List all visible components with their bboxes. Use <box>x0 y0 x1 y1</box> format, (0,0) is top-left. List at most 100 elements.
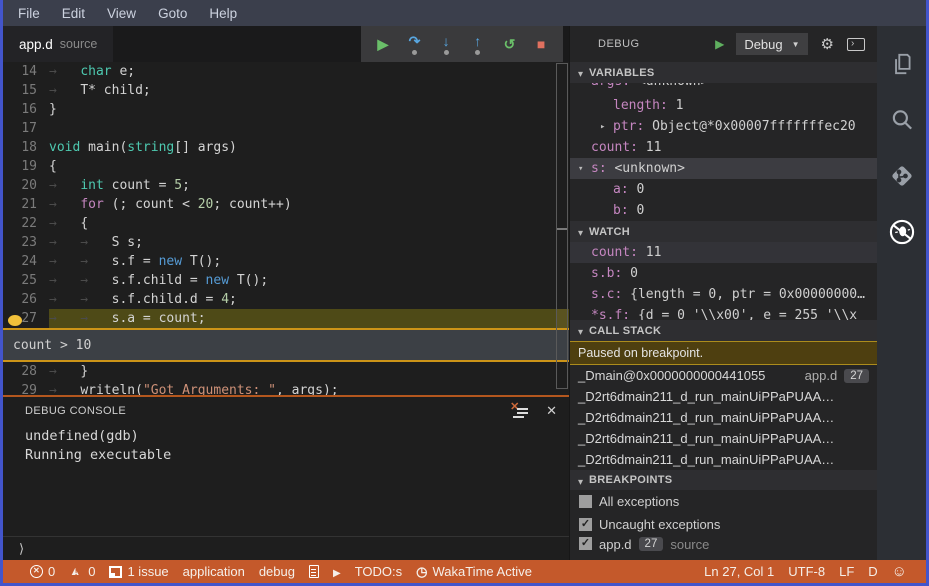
variable-value: 1 <box>675 98 684 113</box>
files-icon[interactable] <box>888 50 916 78</box>
status-cursor-position[interactable]: Ln 27, Col 1 <box>697 564 781 579</box>
variable-name: b: <box>613 203 637 218</box>
variables-section-header[interactable]: VARIABLES <box>570 62 877 83</box>
variable-name: count: <box>591 245 646 260</box>
variable-row[interactable]: ▾ s: <unknown> <box>570 158 877 179</box>
code-line[interactable]: 29 → writeln("Got Arguments: ", args); <box>3 381 569 395</box>
play-icon <box>333 564 341 579</box>
menu-item-file[interactable]: File <box>7 0 51 26</box>
restart-button[interactable]: ↺ <box>496 29 522 59</box>
debug-console-input[interactable]: ⟩ <box>3 536 569 560</box>
code-line[interactable]: 27 → → s.a = count; <box>3 309 569 328</box>
status-warnings[interactable]: 0 <box>62 564 102 579</box>
status-wakatime[interactable]: WakaTime Active <box>409 564 539 580</box>
variable-value: 11 <box>645 245 662 260</box>
code-line[interactable]: 22 → { <box>3 214 569 233</box>
status-errors[interactable]: 0 <box>23 564 62 579</box>
watch-section-header[interactable]: WATCH <box>570 221 877 242</box>
status-eol[interactable]: LF <box>832 564 861 579</box>
debug-console-actions: ✕ ✕ <box>510 401 557 419</box>
debug-icon[interactable] <box>888 218 916 246</box>
gear-icon[interactable]: ⚙ <box>821 35 834 53</box>
stack-frame[interactable]: _D2rt6dmain211_d_run_mainUiPPaPUAA… <box>570 407 877 428</box>
code-line[interactable]: 23 → → S s; <box>3 233 569 252</box>
breakpoint-row[interactable]: ✓ app.d 27 source <box>570 536 877 554</box>
variable-row[interactable]: *s.f: {d = 0 '\\x00', e = 255 '\\x <box>570 305 877 320</box>
code-line[interactable]: 17 <box>3 119 569 138</box>
menu-item-goto[interactable]: Goto <box>147 0 198 26</box>
code-line[interactable]: 20 → int count = 5; <box>3 176 569 195</box>
code-line[interactable]: 18 void main(string[] args) <box>3 138 569 157</box>
variable-row[interactable]: s.b: 0 <box>570 263 877 284</box>
scrollbar-thumb[interactable] <box>556 63 568 389</box>
variable-row[interactable]: length: 1 <box>570 95 877 116</box>
status-debug-config[interactable]: debug <box>252 564 302 579</box>
start-debug-icon[interactable]: ▶ <box>715 37 724 51</box>
checkbox[interactable]: ✓ <box>579 518 592 531</box>
call-stack-section-header[interactable]: CALL STACK <box>570 320 877 341</box>
status-document[interactable] <box>302 565 326 578</box>
breakpoint-condition-widget[interactable]: count > 10 <box>3 328 569 362</box>
debug-config-dropdown[interactable]: Debug ▼ <box>736 33 808 55</box>
code-line[interactable]: 24 → → s.f = new T(); <box>3 252 569 271</box>
status-language-mode[interactable]: D <box>861 564 884 579</box>
menu-item-view[interactable]: View <box>96 0 147 26</box>
variable-row[interactable]: count: 11 <box>570 137 877 158</box>
source-control-icon[interactable] <box>888 162 916 190</box>
status-issues[interactable]: 1 issue <box>102 564 175 579</box>
checkbox[interactable]: ✓ <box>579 537 592 550</box>
step-over-button[interactable]: ↷ <box>401 29 427 59</box>
checkbox[interactable] <box>579 495 592 508</box>
code-editor[interactable]: 14 → char e; 15 → T* child; 16} 17 18 void main… <box>3 62 569 395</box>
editor-scrollbar[interactable] <box>556 62 569 395</box>
step-into-button[interactable]: ↓ <box>433 29 459 59</box>
code-line[interactable]: 21 → for (; count < 20; count++) <box>3 195 569 214</box>
status-todos[interactable]: TODO:s <box>348 564 409 579</box>
status-application[interactable]: application <box>176 564 252 579</box>
menu-item-edit[interactable]: Edit <box>51 0 96 26</box>
variable-row[interactable]: count: 11 <box>570 242 877 263</box>
variable-value: <unknown> <box>614 161 685 176</box>
close-icon[interactable]: ✕ <box>546 403 557 419</box>
stack-frame[interactable]: _Dmain@0x0000000000441055 app.d 27 <box>570 365 877 386</box>
code-line[interactable]: 26 → → s.f.child.d = 4; <box>3 290 569 309</box>
clear-console-icon[interactable]: ✕ <box>510 401 529 418</box>
continue-button[interactable]: ▶ <box>370 29 396 59</box>
tab-app-d[interactable]: app.d source <box>3 26 114 62</box>
stack-frame[interactable]: _D2rt6dmain211_d_run_mainUiPPaPUAA… <box>570 386 877 407</box>
debug-side-panel: DEBUG ▶ Debug ▼ ⚙ VARIABLES ▾args: <unkn… <box>569 26 877 560</box>
menu-item-help[interactable]: Help <box>198 0 248 26</box>
open-console-icon[interactable] <box>847 37 865 51</box>
overview-mark-divider <box>557 228 567 230</box>
variable-row[interactable]: ▸ ptr: Object@*0x00007fffffffec20 <box>570 116 877 137</box>
code-line[interactable]: 28 → } <box>3 362 569 381</box>
variable-row[interactable]: a: 0 <box>570 179 877 200</box>
code-line[interactable]: 19{ <box>3 157 569 176</box>
step-out-button[interactable]: ↑ <box>465 29 491 59</box>
line-number: 16 <box>21 102 37 117</box>
step-dot <box>443 49 449 55</box>
search-icon[interactable] <box>888 106 916 134</box>
paused-banner: Paused on breakpoint. <box>570 341 877 365</box>
tab-title: app.d <box>19 36 53 52</box>
stop-button[interactable]: ■ <box>528 29 554 59</box>
stack-frame[interactable]: _D2rt6dmain211_d_run_mainUiPPaPUAA… <box>570 428 877 449</box>
code-line[interactable]: 16} <box>3 100 569 119</box>
breakpoint-row[interactable]: ✓ Uncaught exceptions <box>570 513 877 536</box>
code-line[interactable]: 14 → char e; <box>3 62 569 81</box>
line-number: 29 <box>21 383 37 395</box>
variable-row[interactable]: b: 0 <box>570 200 877 221</box>
status-run[interactable] <box>326 564 348 579</box>
stack-frame[interactable]: _D2rt6dmain211_d_run_mainUiPPaPUAA… <box>570 449 877 470</box>
code-line[interactable]: 15 → T* child; <box>3 81 569 100</box>
file-icon <box>308 565 319 578</box>
variable-row[interactable]: s.c: {length = 0, ptr = 0x00000000… <box>570 284 877 305</box>
breakpoints-section-header[interactable]: BREAKPOINTS <box>570 470 877 490</box>
breakpoint-dot[interactable] <box>8 315 22 326</box>
variable-value: {length = 0, ptr = 0x00000000… <box>630 287 865 302</box>
breakpoint-row[interactable]: All exceptions <box>570 490 877 513</box>
code-line[interactable]: 25 → → s.f.child = new T(); <box>3 271 569 290</box>
status-encoding[interactable]: UTF-8 <box>781 564 832 579</box>
variable-row[interactable]: ▾args: <unknown> <box>570 83 877 95</box>
status-feedback[interactable] <box>885 563 914 580</box>
